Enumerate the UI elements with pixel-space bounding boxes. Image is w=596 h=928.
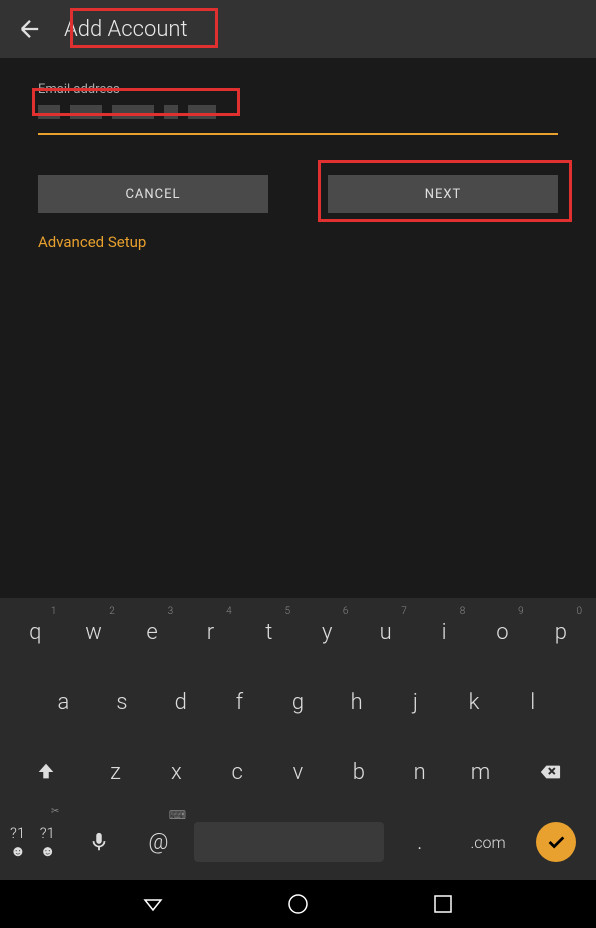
advanced-setup-link[interactable]: Advanced Setup [38, 233, 146, 251]
key-s[interactable]: s [93, 674, 152, 730]
key-l[interactable]: l [503, 674, 562, 730]
back-button[interactable] [16, 15, 44, 43]
key-hint: 6 [343, 606, 349, 617]
key-y[interactable]: y6 [298, 604, 356, 660]
mic-key[interactable] [69, 814, 128, 870]
scissors-hint-icon: ✂ [51, 806, 59, 817]
at-key[interactable]: ⌨ @ [129, 814, 188, 870]
key-w[interactable]: w2 [64, 604, 122, 660]
dotcom-key[interactable]: .com [449, 814, 526, 870]
key-h[interactable]: h [327, 674, 386, 730]
period-key[interactable]: . [390, 814, 449, 870]
key-b[interactable]: b [328, 744, 389, 800]
key-hint: 8 [460, 606, 466, 617]
key-p[interactable]: p0 [532, 604, 590, 660]
key-f[interactable]: f [210, 674, 269, 730]
backspace-key[interactable] [511, 744, 590, 800]
key-u[interactable]: u7 [356, 604, 414, 660]
key-d[interactable]: d [151, 674, 210, 730]
key-k[interactable]: k [445, 674, 504, 730]
key-c[interactable]: c [207, 744, 268, 800]
key-a[interactable]: a [34, 674, 93, 730]
navigation-bar [0, 880, 596, 928]
nav-home-button[interactable] [286, 892, 310, 916]
input-underline [38, 133, 558, 135]
key-m[interactable]: m [450, 744, 511, 800]
email-field[interactable] [38, 101, 558, 125]
key-hint: 9 [518, 606, 524, 617]
enter-key[interactable] [527, 814, 586, 870]
nav-recent-button[interactable] [431, 892, 455, 916]
key-z[interactable]: z [85, 744, 146, 800]
key-g[interactable]: g [269, 674, 328, 730]
on-screen-keyboard: q1w2e3r4t5y6u7i8o9p0 asdfghjkl zxcvbnm ✂… [0, 598, 596, 880]
spacebar-key[interactable] [194, 822, 384, 862]
key-r[interactable]: r4 [181, 604, 239, 660]
key-hint: 7 [401, 606, 407, 617]
nav-back-button[interactable] [141, 892, 165, 916]
key-hint: 4 [226, 606, 232, 617]
key-i[interactable]: i8 [415, 604, 473, 660]
key-hint: 0 [577, 606, 583, 617]
key-x[interactable]: x [146, 744, 207, 800]
key-v[interactable]: v [268, 744, 329, 800]
key-hint: 3 [168, 606, 174, 617]
shift-key[interactable] [6, 744, 85, 800]
key-o[interactable]: o9 [473, 604, 531, 660]
email-label: Email address [38, 82, 558, 97]
key-t[interactable]: t5 [240, 604, 298, 660]
key-n[interactable]: n [389, 744, 450, 800]
key-e[interactable]: e3 [123, 604, 181, 660]
key-q[interactable]: q1 [6, 604, 64, 660]
key-hint: 2 [109, 606, 115, 617]
page-title: Add Account [64, 17, 188, 42]
key-hint: 1 [51, 606, 57, 617]
keyboard-hint-icon: ⌨ [169, 808, 186, 822]
key-j[interactable]: j [386, 674, 445, 730]
next-button[interactable]: NEXT [328, 175, 558, 213]
key-hint: 5 [284, 606, 290, 617]
cancel-button[interactable]: CANCEL [38, 175, 268, 213]
symbols-key[interactable]: ✂ ?1☻?1☻ [10, 814, 69, 870]
